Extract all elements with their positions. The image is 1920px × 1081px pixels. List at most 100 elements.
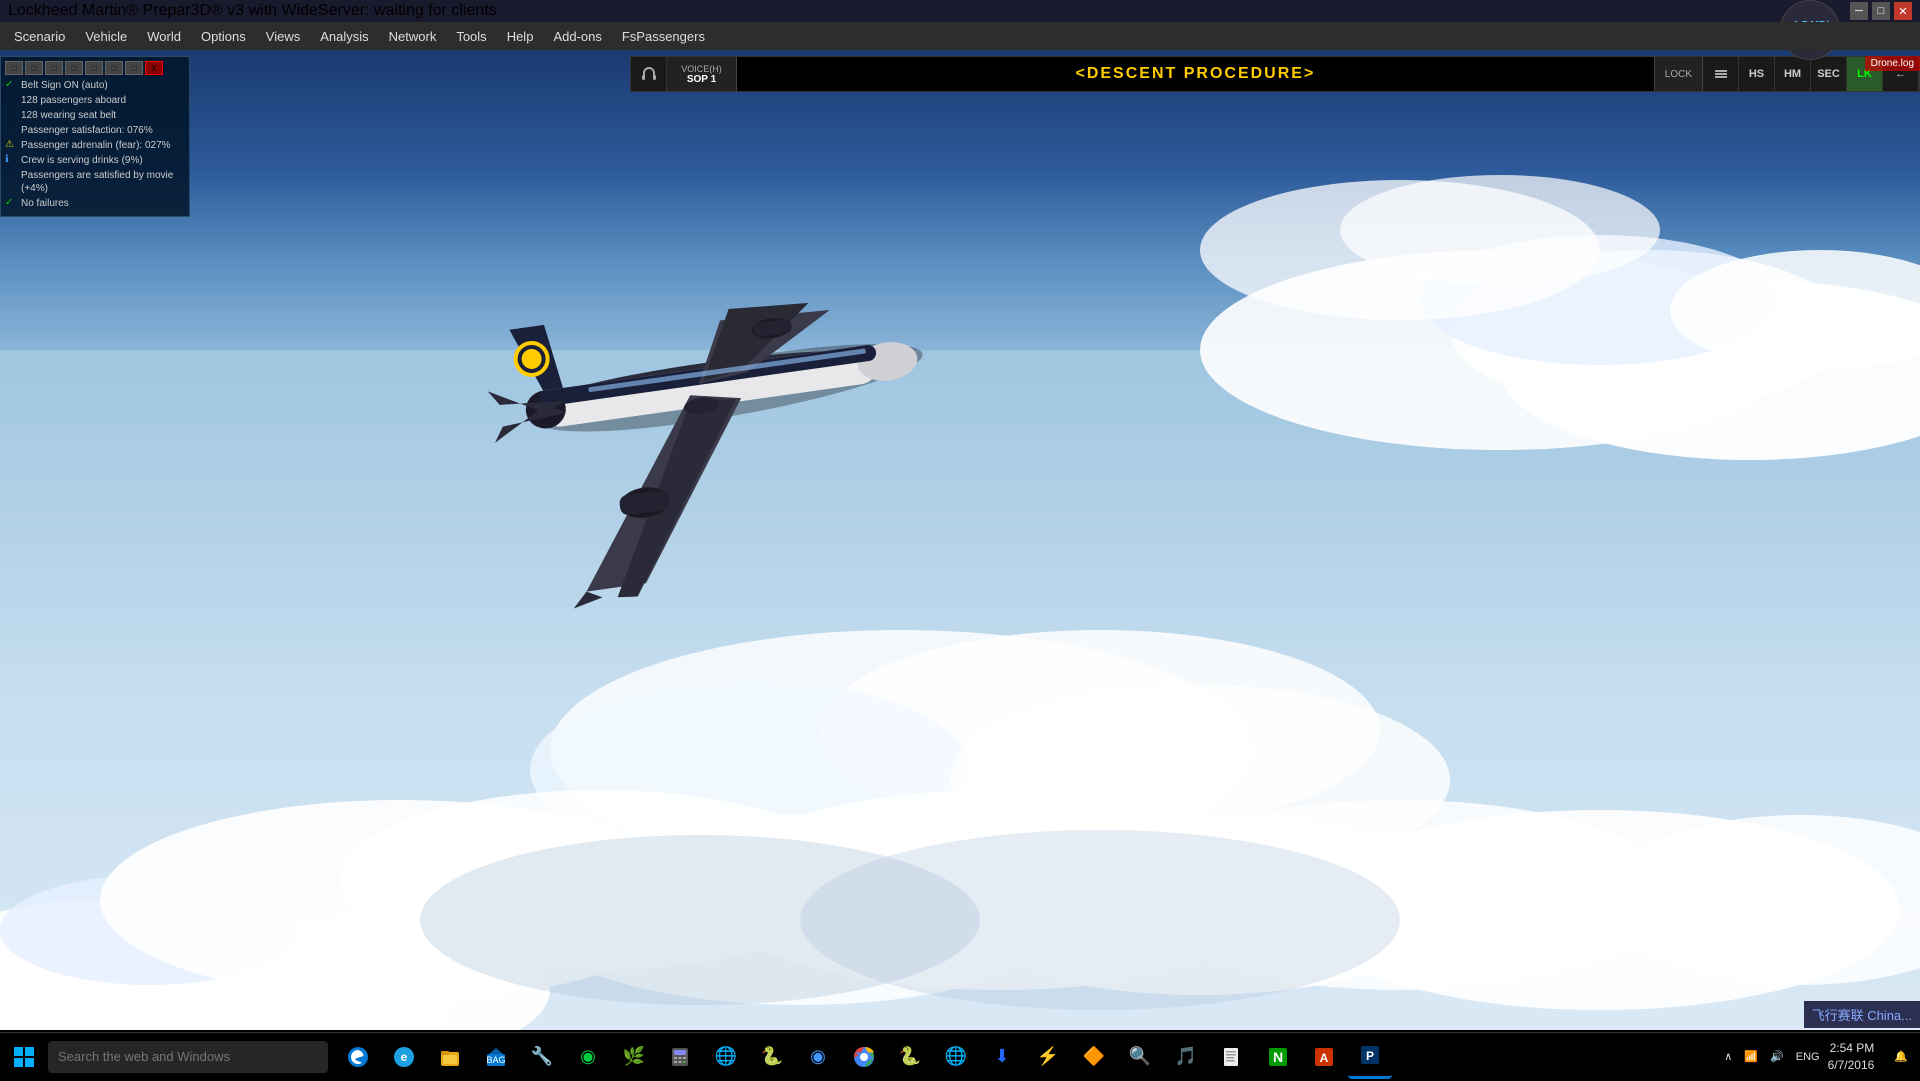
python-app[interactable]: 🐍 (750, 1035, 794, 1079)
app11[interactable]: ◉ (796, 1035, 840, 1079)
adrenalin-item: ⚠ Passenger adrenalin (fear): 027% (5, 139, 185, 152)
window-title: Lockheed Martin® Prepar3D® v3 with WideS… (8, 2, 497, 20)
seatbelt-item: 128 wearing seat belt (5, 109, 185, 122)
passengers-item: 128 passengers aboard (5, 94, 185, 107)
sky-background (0, 50, 1920, 1030)
fspassengers-info-panel: □ □ □ □ □ □ □ X ✓ Belt Sign ON (auto) 12… (0, 56, 190, 217)
chrome-app[interactable] (842, 1035, 886, 1079)
app6[interactable]: ◉ (566, 1035, 610, 1079)
info-icon: ℹ (5, 154, 17, 165)
svg-text:A: A (1320, 1051, 1329, 1065)
menu-scenario[interactable]: Scenario (4, 25, 75, 48)
failures-item: ✓ No failures (5, 197, 185, 210)
app9[interactable]: 🌐 (704, 1035, 748, 1079)
tb-btn-7[interactable]: □ (125, 61, 143, 75)
app16[interactable]: ⚡ (1026, 1035, 1070, 1079)
warn-icon: ⚠ (5, 139, 17, 150)
a-app[interactable]: A (1302, 1035, 1346, 1079)
menubar: Scenario Vehicle World Options Views Ana… (0, 22, 1920, 50)
download-app[interactable]: ⬇ (980, 1035, 1024, 1079)
ie-app[interactable]: e (382, 1035, 426, 1079)
drone-log-overlay: Drone.log (1865, 56, 1920, 71)
close-button[interactable]: ✕ (1894, 2, 1912, 20)
belt-sign-text: Belt Sign ON (auto) (21, 79, 108, 92)
search-app[interactable]: 🔍 (1118, 1035, 1162, 1079)
drinks-text: Crew is serving drinks (9%) (21, 154, 143, 167)
app13[interactable]: 🐍 (888, 1035, 932, 1079)
passengers-text: 128 passengers aboard (21, 94, 126, 107)
sec-button[interactable]: SEC (1811, 57, 1847, 91)
menu-views[interactable]: Views (256, 25, 310, 48)
menu-network[interactable]: Network (379, 25, 447, 48)
drinks-item: ℹ Crew is serving drinks (9%) (5, 154, 185, 167)
belt-sign-item: ✓ Belt Sign ON (auto) (5, 79, 185, 92)
network-tray[interactable]: 📶 (1740, 1048, 1762, 1065)
taskbar-apps: e BAG 🔧 ◉ 🌿 (336, 1035, 1720, 1079)
menu-addons[interactable]: Add-ons (543, 25, 611, 48)
tb-btn-4[interactable]: □ (65, 61, 83, 75)
adrenalin-text: Passenger adrenalin (fear): 027% (21, 139, 171, 152)
menu-options[interactable]: Options (191, 25, 256, 48)
flight-panel: VOICE(H) SOP 1 <DESCENT PROCEDURE> LOCK … (630, 56, 1920, 92)
edge-app[interactable] (336, 1035, 380, 1079)
start-button[interactable] (0, 1033, 48, 1081)
voice-indicator: VOICE(H) SOP 1 (667, 57, 737, 91)
calculator-app[interactable] (658, 1035, 702, 1079)
store-app[interactable]: BAG (474, 1035, 518, 1079)
headphone-icon[interactable] (631, 57, 667, 91)
clock: 2:54 PM 6/7/2016 (1828, 1040, 1887, 1074)
cloud-layer (0, 50, 1920, 1030)
minimize-button[interactable]: ─ (1850, 2, 1868, 20)
movie-text: Passengers are satisfied by movie (+4%) (21, 169, 185, 195)
seatbelt-text: 128 wearing seat belt (21, 109, 116, 122)
menu-fspassengers[interactable]: FsPassengers (612, 25, 715, 48)
tb-btn-2[interactable]: □ (25, 61, 43, 75)
info-toolbar: □ □ □ □ □ □ □ X (5, 61, 185, 75)
volume-tray[interactable]: 🔊 (1766, 1048, 1788, 1065)
app17[interactable]: 🔶 (1072, 1035, 1116, 1079)
blank-icon2 (5, 109, 17, 120)
lock-indicator: LOCK (1654, 57, 1703, 91)
prepar3d-app[interactable]: P (1348, 1035, 1392, 1079)
notepad-app[interactable] (1210, 1035, 1254, 1079)
menu-vehicle[interactable]: Vehicle (75, 25, 137, 48)
blank-icon (5, 94, 17, 105)
app7[interactable]: 🌿 (612, 1035, 656, 1079)
tb-btn-6[interactable]: □ (105, 61, 123, 75)
taskbar-search[interactable] (48, 1041, 328, 1073)
check-icon2: ✓ (5, 197, 17, 208)
titlebar: Lockheed Martin® Prepar3D® v3 with WideS… (0, 0, 1920, 22)
maximize-button[interactable]: □ (1872, 2, 1890, 20)
tb-btn-3[interactable]: □ (45, 61, 63, 75)
time-display: 2:54 PM (1828, 1040, 1875, 1057)
blank-icon3 (5, 124, 17, 135)
notifications-btn[interactable]: 🔔 (1890, 1048, 1912, 1065)
window-controls: ─ □ ✕ (1850, 2, 1912, 20)
tb-close-btn[interactable]: X (145, 61, 163, 75)
menu-help[interactable]: Help (497, 25, 544, 48)
hm-button[interactable]: HM (1775, 57, 1811, 91)
app14[interactable]: 🌐 (934, 1035, 978, 1079)
app5[interactable]: 🔧 (520, 1035, 564, 1079)
sop-label: SOP 1 (687, 74, 716, 85)
menu-world[interactable]: World (137, 25, 191, 48)
music-app[interactable]: 🎵 (1164, 1035, 1208, 1079)
explorer-app[interactable] (428, 1035, 472, 1079)
date-display: 6/7/2016 (1828, 1057, 1875, 1074)
tb-btn-1[interactable]: □ (5, 61, 23, 75)
panel-icon-left[interactable] (1703, 57, 1739, 91)
tray-arrow[interactable]: ∧ (1720, 1048, 1736, 1065)
satisfaction-text: Passenger satisfaction: 076% (21, 124, 153, 137)
hs-button[interactable]: HS (1739, 57, 1775, 91)
svg-text:P: P (1366, 1049, 1374, 1063)
system-tray: ∧ 📶 🔊 ENG 2:54 PM 6/7/2016 🔔 (1720, 1040, 1920, 1074)
taskbar: e BAG 🔧 ◉ 🌿 (0, 1032, 1920, 1080)
n-app[interactable]: N (1256, 1035, 1300, 1079)
movie-item: Passengers are satisfied by movie (+4%) (5, 169, 185, 195)
svg-text:BAG: BAG (486, 1055, 505, 1065)
menu-tools[interactable]: Tools (446, 25, 496, 48)
flight-viewport (0, 50, 1920, 1030)
menu-analysis[interactable]: Analysis (310, 25, 378, 48)
eng-indicator[interactable]: ENG (1792, 1049, 1824, 1065)
tb-btn-5[interactable]: □ (85, 61, 103, 75)
